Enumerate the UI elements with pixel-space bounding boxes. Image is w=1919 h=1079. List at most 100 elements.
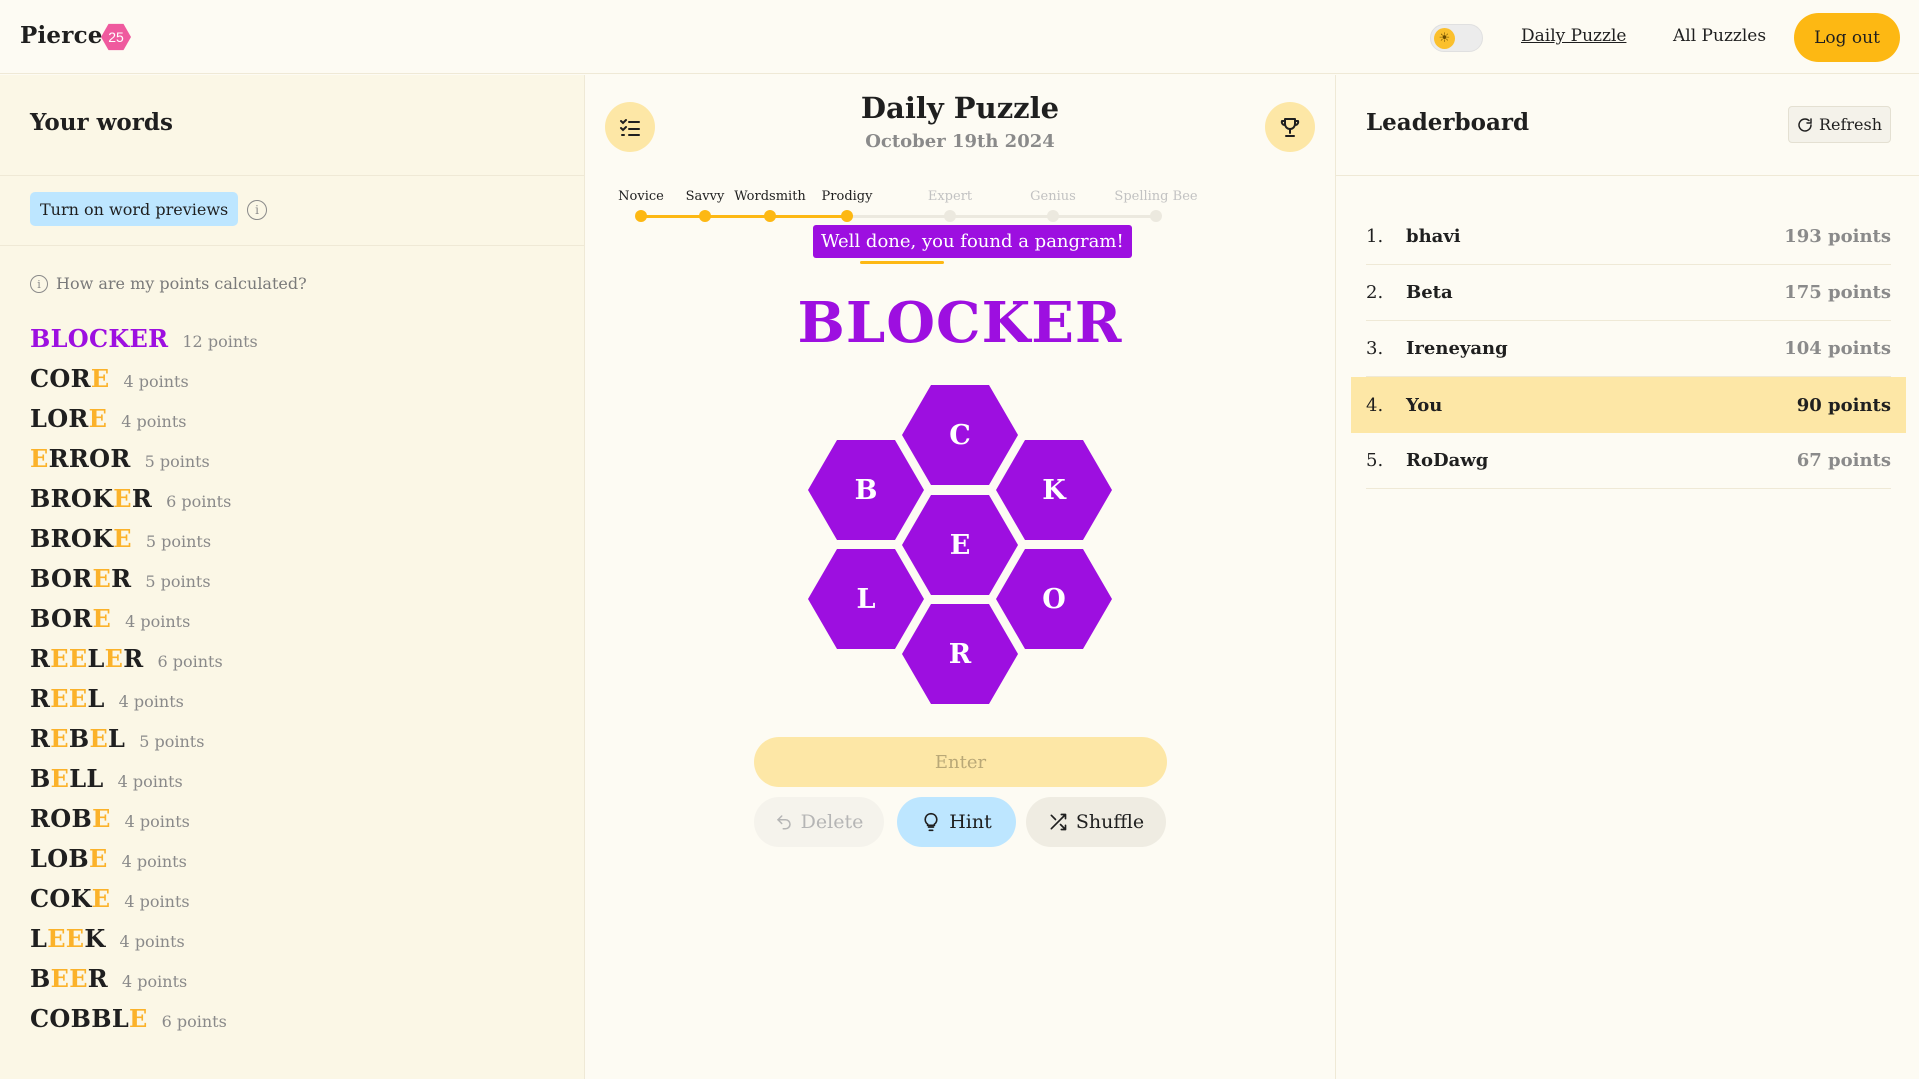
leaderboard-name: RoDawg	[1406, 450, 1489, 471]
top-header: Pierce 25 ☀ Daily Puzzle All Puzzles Log…	[0, 0, 1919, 74]
rank-label: Prodigy	[821, 189, 873, 204]
brand-name[interactable]: Pierce	[20, 22, 103, 49]
info-icon[interactable]: i	[247, 200, 267, 220]
list-item: BROKER 6 points	[30, 484, 258, 524]
found-word: BORER	[30, 564, 132, 593]
enter-button[interactable]: Enter	[754, 737, 1167, 787]
list-item: BEER 4 points	[30, 964, 258, 1004]
leaderboard-points: 90 points	[1796, 394, 1891, 416]
shuffle-label: Shuffle	[1075, 811, 1145, 833]
found-word: BORE	[30, 604, 112, 633]
leaderboard-list: 1. bhavi 193 points 2. Beta 175 points 3. Irene…	[1351, 209, 1906, 489]
list-item: REBEL 5 points	[30, 724, 258, 764]
rank-label: Genius	[1030, 189, 1076, 204]
rank-label: Wordsmith	[734, 189, 806, 204]
your-words-title: Your words	[30, 109, 173, 136]
letter-hex-bottom[interactable]: R	[902, 604, 1018, 704]
found-word: BLOCKER	[30, 324, 169, 353]
word-points: 4 points	[121, 412, 187, 431]
your-words-panel: Your words Turn on word previews i i How…	[0, 75, 585, 1079]
word-previews-button[interactable]: Turn on word previews	[30, 192, 239, 226]
leaderboard-name: You	[1406, 394, 1443, 416]
divider	[0, 245, 585, 246]
puzzle-date: October 19th 2024	[865, 131, 1055, 152]
rank-dot	[1150, 210, 1162, 222]
list-item: BLOCKER 12 points	[30, 324, 258, 364]
word-points: 5 points	[144, 452, 210, 471]
leaderboard-title: Leaderboard	[1366, 109, 1530, 136]
rank-label: Spelling Bee	[1114, 189, 1198, 204]
letter-hex-center[interactable]: E	[902, 495, 1018, 595]
list-item: CORE 4 points	[30, 364, 258, 404]
lightbulb-icon	[924, 812, 938, 832]
found-word: REELER	[30, 644, 144, 673]
leaderboard-points: 175 points	[1784, 282, 1891, 303]
leaderboard-row: 1. bhavi 193 points	[1366, 209, 1891, 265]
current-word: BLOCKER	[797, 290, 1123, 356]
nav-all-puzzles[interactable]: All Puzzles	[1673, 26, 1766, 46]
rank-label: Novice	[618, 189, 664, 204]
leaderboard-points: 104 points	[1784, 338, 1891, 359]
page-title: Daily Puzzle	[860, 91, 1060, 125]
word-points: 6 points	[157, 652, 223, 671]
found-word: ERROR	[30, 444, 131, 473]
leaderboard-rank: 5.	[1366, 450, 1384, 471]
found-word: CORE	[30, 364, 110, 393]
found-word: LOBE	[30, 844, 108, 873]
leaderboard-panel: Leaderboard Refresh 1. bhavi 193 points 2. B…	[1335, 75, 1919, 1079]
leaderboard-rank: 4.	[1366, 394, 1384, 416]
list-item: BORER 5 points	[30, 564, 258, 604]
list-item: REEL 4 points	[30, 684, 258, 724]
delete-button[interactable]: Delete	[754, 797, 884, 847]
points-help-link[interactable]: How are my points calculated?	[56, 274, 307, 293]
leaderboard-name: Ireneyang	[1406, 338, 1508, 359]
shuffle-button[interactable]: Shuffle	[1026, 797, 1166, 847]
word-points: 4 points	[124, 812, 190, 831]
rank-label: Savvy	[685, 189, 725, 204]
rank-dot	[1047, 210, 1059, 222]
rank-dot	[635, 210, 647, 222]
refresh-button[interactable]: Refresh	[1788, 106, 1891, 143]
letter-hex-lower-right[interactable]: O	[996, 549, 1112, 649]
rank-dot	[764, 210, 776, 222]
leaderboard-rank: 1.	[1366, 226, 1384, 247]
hint-button[interactable]: Hint	[897, 797, 1016, 847]
word-points: 12 points	[182, 332, 258, 351]
logout-button[interactable]: Log out	[1794, 13, 1900, 62]
letter-hex-lower-left[interactable]: L	[808, 549, 924, 649]
list-item: ROBE 4 points	[30, 804, 258, 844]
pangram-toast: Well done, you found a pangram!	[813, 225, 1132, 258]
leaderboard-points: 193 points	[1784, 226, 1891, 247]
letter-hex-upper-left[interactable]: B	[808, 440, 924, 540]
found-word: LEEK	[30, 924, 106, 953]
word-points: 4 points	[119, 932, 185, 951]
leaderboard-row: 4. You 90 points	[1351, 377, 1906, 433]
leaderboard-name: Beta	[1406, 282, 1453, 303]
found-word: BELL	[30, 764, 104, 793]
divider	[1336, 175, 1919, 176]
list-item: ERROR 5 points	[30, 444, 258, 484]
word-points: 4 points	[125, 612, 191, 631]
found-word: COKE	[30, 884, 111, 913]
found-word: ROBE	[30, 804, 111, 833]
word-points: 4 points	[124, 892, 190, 911]
word-points: 4 points	[123, 372, 189, 391]
leaderboard-rank: 2.	[1366, 282, 1384, 303]
letter-hex-top[interactable]: C	[902, 385, 1018, 485]
leaderboard-row: 3. Ireneyang 104 points	[1366, 321, 1891, 377]
leaderboard-rank: 3.	[1366, 338, 1384, 359]
leaderboard-row: 5. RoDawg 67 points	[1366, 433, 1891, 489]
puzzle-panel: Daily Puzzle October 19th 2024 Novice Sav…	[585, 75, 1335, 1079]
list-item: REELER 6 points	[30, 644, 258, 684]
theme-toggle[interactable]: ☀	[1430, 24, 1483, 52]
letter-hex-upper-right[interactable]: K	[996, 440, 1112, 540]
list-item: LEEK 4 points	[30, 924, 258, 964]
leaderboard-button[interactable]	[1265, 102, 1315, 152]
found-word: COBBLE	[30, 1004, 148, 1033]
found-word: BROKE	[30, 524, 132, 553]
rank-dot	[944, 210, 956, 222]
hint-label: Hint	[949, 811, 992, 833]
trophy-icon	[1280, 118, 1300, 137]
word-points: 4 points	[122, 972, 188, 991]
nav-daily-puzzle[interactable]: Daily Puzzle	[1521, 26, 1626, 46]
